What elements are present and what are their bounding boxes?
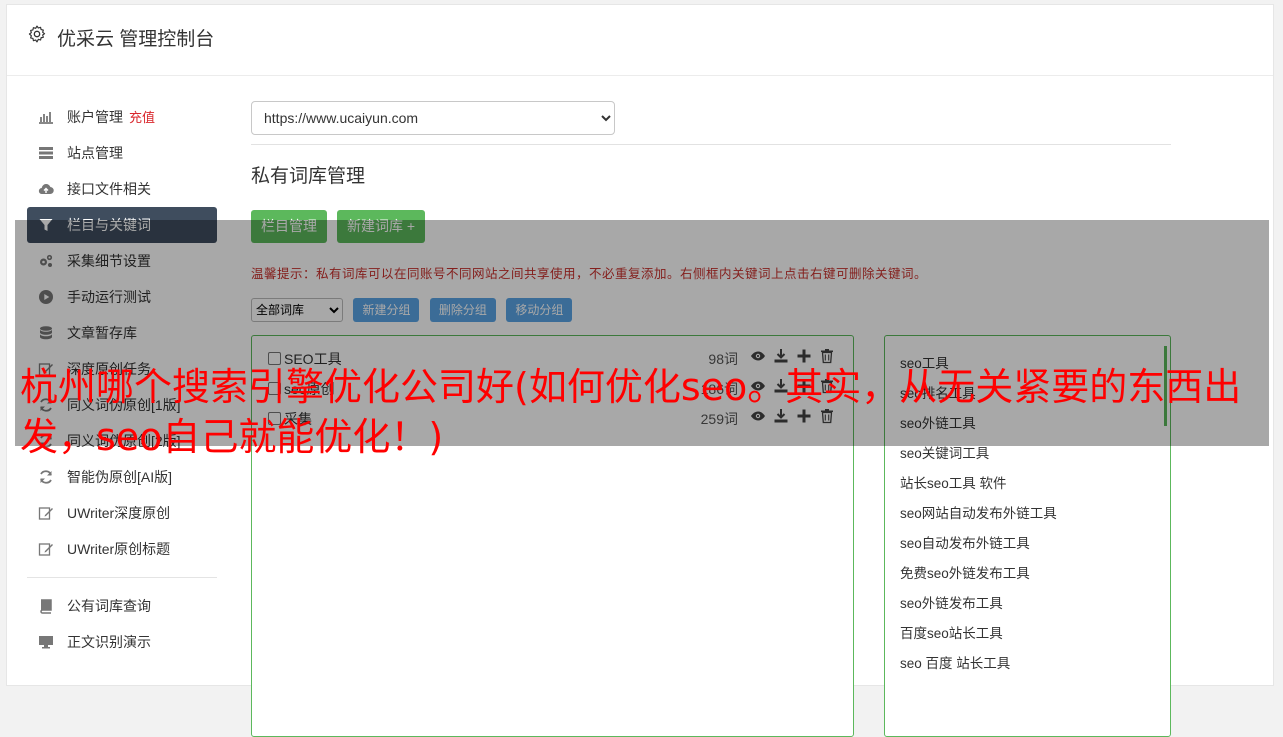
sidebar-item-label: 公有词库查询 — [67, 598, 151, 614]
page-title: 私有词库管理 — [251, 166, 366, 187]
sidebar-item-account[interactable]: 账户管理 充值 — [27, 99, 217, 135]
overlay-headline: 杭州哪个搜索引擎优化公司好(如何优化seo。其实，从无关紧要的东西出发，seo自… — [20, 365, 1242, 459]
edit-icon — [38, 507, 53, 520]
keyword-item[interactable]: 免费seo外链发布工具 — [900, 562, 1030, 582]
app-title: 优采云 管理控制台 — [57, 29, 215, 50]
server-icon — [39, 147, 53, 159]
monitor-icon — [39, 636, 53, 649]
sidebar-item-sites[interactable]: 站点管理 — [27, 135, 217, 171]
keyword-item[interactable]: seo自动发布外链工具 — [900, 532, 1030, 552]
sidebar-item-body-recognition[interactable]: 正文识别演示 — [27, 624, 217, 660]
sidebar-item-ai-rewrite[interactable]: 智能伪原创[AI版] — [27, 459, 217, 495]
divider — [251, 144, 1171, 145]
top-bar: 优采云 管理控制台 — [7, 5, 1273, 76]
sidebar-item-public-lexicon[interactable]: 公有词库查询 — [27, 588, 217, 624]
sidebar-item-label: 智能伪原创[AI版] — [67, 469, 173, 485]
edit-icon — [38, 543, 53, 556]
keyword-item[interactable]: seo外链发布工具 — [900, 592, 1003, 612]
sidebar-divider — [27, 577, 217, 578]
sidebar-item-uwriter-deep[interactable]: UWriter深度原创 — [27, 495, 217, 531]
sidebar-item-uwriter-title[interactable]: UWriter原创标题 — [27, 531, 217, 567]
sidebar-item-label: 正文识别演示 — [67, 634, 151, 650]
keyword-item[interactable]: 站长seo工具 软件 — [900, 472, 1007, 492]
sidebar-item-label: 账户管理 — [67, 109, 123, 125]
bar-chart-icon — [39, 112, 53, 124]
cloud-upload-icon — [38, 184, 54, 195]
gear-icon — [28, 25, 46, 43]
refresh-icon — [40, 470, 52, 484]
sidebar-item-label: UWriter深度原创 — [67, 505, 171, 521]
site-select[interactable]: https://www.ucaiyun.com — [251, 101, 615, 135]
sidebar-item-label: 接口文件相关 — [67, 181, 151, 197]
recharge-link[interactable]: 充值 — [129, 110, 155, 125]
keyword-item[interactable]: seo 百度 站长工具 — [900, 652, 1010, 672]
book-icon — [40, 599, 52, 614]
keyword-item[interactable]: 百度seo站长工具 — [900, 622, 1003, 642]
keyword-item[interactable]: seo网站自动发布外链工具 — [900, 502, 1057, 522]
sidebar-item-label: UWriter原创标题 — [67, 541, 171, 557]
sidebar-item-label: 站点管理 — [67, 145, 123, 161]
sidebar-item-interface-files[interactable]: 接口文件相关 — [27, 171, 217, 207]
